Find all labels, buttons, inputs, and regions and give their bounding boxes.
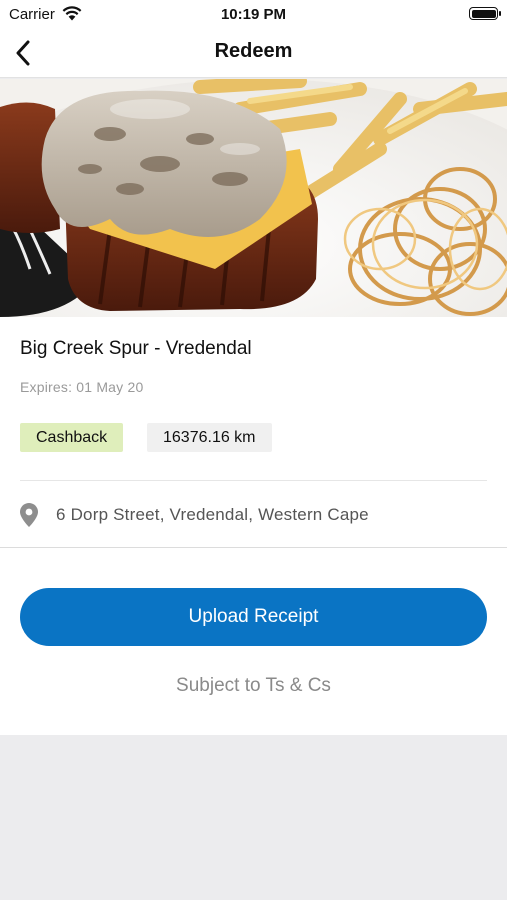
expiry-date: Expires: 01 May 20 xyxy=(20,379,144,395)
battery-icon xyxy=(469,7,501,20)
status-bar: Carrier 10:19 PM xyxy=(0,0,507,28)
navigation-bar: Redeem xyxy=(0,28,507,78)
battery-level-fill xyxy=(471,9,496,18)
location-pin-icon xyxy=(20,503,38,527)
distance-tag: 16376.16 km xyxy=(147,423,272,452)
offer-details-card: Big Creek Spur - Vredendal Expires: 01 M… xyxy=(0,317,507,548)
actions-panel: Upload Receipt Subject to Ts & Cs xyxy=(0,548,507,735)
upload-receipt-button[interactable]: Upload Receipt xyxy=(20,588,487,646)
status-time: 10:19 PM xyxy=(220,6,287,23)
cashback-tag: Cashback xyxy=(20,423,124,452)
page-title: Redeem xyxy=(214,40,293,62)
terms-link[interactable]: Subject to Ts & Cs xyxy=(0,675,507,697)
food-illustration xyxy=(0,79,507,317)
store-address: 6 Dorp Street, Vredendal, Western Cape xyxy=(56,505,369,524)
store-name: Big Creek Spur - Vredendal xyxy=(20,338,252,359)
offer-hero-image xyxy=(0,79,507,317)
address-row[interactable]: 6 Dorp Street, Vredendal, Western Cape xyxy=(20,503,369,527)
divider xyxy=(20,480,487,481)
